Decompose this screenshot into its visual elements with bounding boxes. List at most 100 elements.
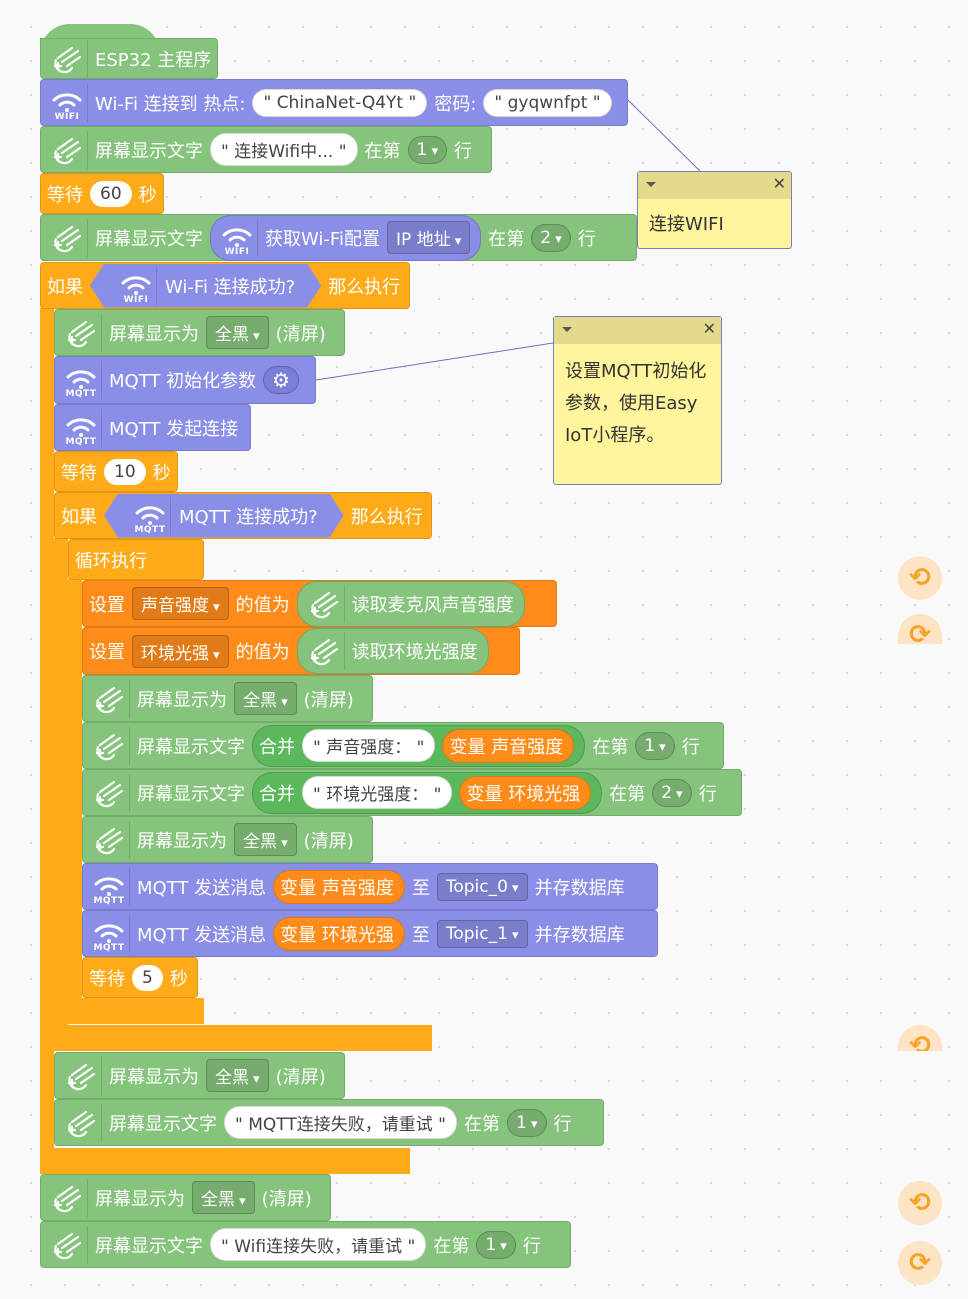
- comment-mqtt-init[interactable]: ✕ 设置MQTT初始化 参数，使用Easy IoT小程序。: [553, 316, 722, 485]
- statement-block[interactable]: 屏幕显示为全黑 (清屏): [82, 816, 373, 863]
- dropdown-field[interactable]: 1: [407, 135, 448, 164]
- statement-block[interactable]: 如果 WIFI Wi-Fi 连接成功? 那么执行: [40, 262, 410, 309]
- block-label: 在第: [433, 1235, 470, 1257]
- reporter-block[interactable]: 读取环境光强度: [296, 628, 489, 674]
- redo-button[interactable]: ⟳: [898, 1241, 942, 1285]
- reporter-block[interactable]: 合并环境光强度： 变量 环境光强: [252, 771, 603, 814]
- redo-icon: ⟳: [909, 620, 931, 644]
- block-label: 等待: [47, 184, 83, 206]
- statement-block[interactable]: 屏幕显示为全黑 (清屏): [54, 1052, 345, 1099]
- collapse-icon[interactable]: [562, 327, 572, 332]
- block-label: 合并: [259, 736, 295, 758]
- comment-header[interactable]: ✕: [554, 317, 721, 344]
- statement-block[interactable]: 屏幕显示文字 WIFI 获取Wi-Fi配置 IP 地址在第 2行: [40, 214, 637, 261]
- statement-block[interactable]: 等待 5 秒: [82, 957, 198, 998]
- dropdown-field[interactable]: 1: [635, 731, 675, 760]
- text-input-field[interactable]: ChinaNet-Q4Yt: [252, 88, 428, 117]
- statement-block[interactable]: 设置声音强度的值为 读取麦克风声音强度: [82, 580, 557, 627]
- number-input-field[interactable]: 60: [90, 180, 132, 207]
- c-block-body: [40, 308, 54, 1150]
- comment-text[interactable]: 设置MQTT初始化 参数，使用Easy IoT小程序。: [554, 344, 721, 462]
- condition-block[interactable]: MQTT MQTT 连接成功?: [104, 494, 344, 538]
- block-label: 屏幕显示文字: [95, 140, 203, 162]
- close-icon[interactable]: ✕: [773, 174, 786, 193]
- dropdown-field[interactable]: 全黑: [192, 1181, 255, 1214]
- comment-header[interactable]: ✕: [638, 172, 791, 199]
- c-block-body: [54, 1025, 432, 1051]
- collapse-icon[interactable]: [646, 182, 656, 187]
- reporter-block[interactable]: 变量 环境光强: [459, 775, 592, 810]
- reporter-block[interactable]: 合并声音强度： 变量 声音强度: [252, 724, 586, 767]
- block-label: 获取Wi-Fi配置: [265, 228, 380, 250]
- text-input-field[interactable]: 环境光强度：: [302, 776, 453, 809]
- reporter-block[interactable]: 读取麦克风声音强度: [296, 580, 525, 627]
- block-label: 屏幕显示文字: [137, 736, 245, 758]
- undo-button[interactable]: ⟲: [898, 1181, 942, 1225]
- block-label: 屏幕显示为: [95, 1188, 185, 1210]
- dropdown-field[interactable]: Topic_1: [436, 919, 528, 948]
- number-input-field[interactable]: 10: [104, 458, 146, 485]
- dropdown-field[interactable]: 2: [531, 223, 571, 252]
- dropdown-field[interactable]: 全黑: [234, 823, 297, 856]
- block-label: 变量 环境光强: [280, 924, 394, 946]
- text-input-field[interactable]: Wifi连接失败，请重试: [210, 1228, 427, 1261]
- block-label: 在第: [488, 228, 525, 250]
- undo-icon: ⟲: [909, 563, 931, 593]
- statement-block[interactable]: 等待 10 秒: [54, 451, 178, 492]
- dropdown-field[interactable]: 全黑: [206, 316, 269, 349]
- comment-connect-wifi[interactable]: ✕ 连接WIFI: [637, 171, 792, 249]
- statement-block[interactable]: 屏幕显示文字 Wifi连接失败，请重试在第 1行: [40, 1221, 571, 1268]
- block-label: 屏幕显示文字: [95, 1235, 203, 1257]
- undo-icon: ⟲: [909, 1031, 931, 1051]
- main-program-hat-block[interactable]: ESP32 主程序: [40, 24, 219, 79]
- block-label: (清屏): [275, 323, 326, 345]
- dropdown-field[interactable]: 1: [476, 1230, 516, 1259]
- statement-block[interactable]: 屏幕显示文字连接Wifi中... 在第 1行: [40, 126, 492, 173]
- mixly-hand-icon: [89, 773, 130, 812]
- statement-block[interactable]: 屏幕显示为全黑 (清屏): [54, 309, 345, 356]
- statement-block[interactable]: MQTT MQTT 发起连接: [54, 404, 251, 451]
- reporter-block[interactable]: 变量 声音强度: [442, 728, 575, 763]
- statement-block[interactable]: 循环执行: [68, 539, 204, 580]
- statement-block[interactable]: MQTT MQTT 发送消息变量 声音强度至 Topic_0 并存数据库: [82, 863, 658, 910]
- statement-block[interactable]: 等待 60 秒: [40, 173, 164, 214]
- reporter-block[interactable]: WIFI 获取Wi-Fi配置 IP 地址: [210, 214, 482, 261]
- number-input-field[interactable]: 5: [132, 964, 163, 991]
- mixly-hand-icon: [89, 820, 130, 859]
- undo-button[interactable]: ⟲: [898, 556, 942, 600]
- c-block-body: [68, 579, 82, 1000]
- text-input-field[interactable]: gyqwnfpt: [483, 88, 612, 117]
- dropdown-field[interactable]: IP 地址: [386, 221, 471, 254]
- statement-block[interactable]: 屏幕显示文字合并声音强度： 变量 声音强度在第1行: [82, 722, 724, 769]
- mutator-gear-button[interactable]: ⚙: [263, 366, 300, 394]
- comment-text[interactable]: 连接WIFI: [638, 199, 791, 251]
- mixly-hand-icon: [47, 39, 88, 78]
- statement-block[interactable]: MQTT MQTT 初始化参数 ⚙: [54, 356, 316, 404]
- dropdown-field[interactable]: 全黑: [206, 1059, 269, 1092]
- dropdown-field[interactable]: 2: [652, 778, 692, 807]
- statement-block[interactable]: 设置环境光强的值为 读取环境光强度: [82, 627, 520, 675]
- dropdown-field[interactable]: 1: [507, 1108, 547, 1137]
- block-label: (清屏): [275, 1066, 326, 1088]
- text-input-field[interactable]: 连接Wifi中...: [210, 133, 358, 166]
- dropdown-field[interactable]: 全黑: [234, 682, 297, 715]
- text-input-field[interactable]: 声音强度：: [302, 729, 436, 762]
- statement-block[interactable]: 屏幕显示为全黑 (清屏): [40, 1174, 331, 1221]
- reporter-block[interactable]: 变量 环境光强: [273, 916, 405, 951]
- condition-block[interactable]: WIFI Wi-Fi 连接成功?: [90, 264, 321, 308]
- statement-block[interactable]: WIFI Wi-Fi 连接到 热点: ChinaNet-Q4Yt 密码: gyqwnfp…: [40, 79, 628, 126]
- block-label: 屏幕显示为: [137, 689, 227, 711]
- statement-block[interactable]: 屏幕显示文字 MQTT连接失败，请重试在第 1行: [54, 1099, 604, 1146]
- block-label: 如果: [61, 506, 97, 528]
- dropdown-field[interactable]: Topic_0: [436, 872, 528, 901]
- statement-block[interactable]: MQTT MQTT 发送消息变量 环境光强至 Topic_1 并存数据库: [82, 910, 658, 957]
- reporter-block[interactable]: 变量 声音强度: [273, 869, 405, 904]
- dropdown-field[interactable]: 环境光强: [132, 634, 229, 668]
- statement-block[interactable]: 屏幕显示为全黑 (清屏): [82, 675, 373, 722]
- close-icon[interactable]: ✕: [703, 319, 716, 338]
- dropdown-field[interactable]: 声音强度: [132, 587, 229, 620]
- mqtt-icon: MQTT: [89, 867, 130, 906]
- statement-block[interactable]: 如果 MQTT MQTT 连接成功? 那么执行: [54, 492, 432, 539]
- text-input-field[interactable]: MQTT连接失败，请重试: [224, 1106, 457, 1139]
- statement-block[interactable]: 屏幕显示文字合并环境光强度： 变量 环境光强在第2行: [82, 769, 742, 816]
